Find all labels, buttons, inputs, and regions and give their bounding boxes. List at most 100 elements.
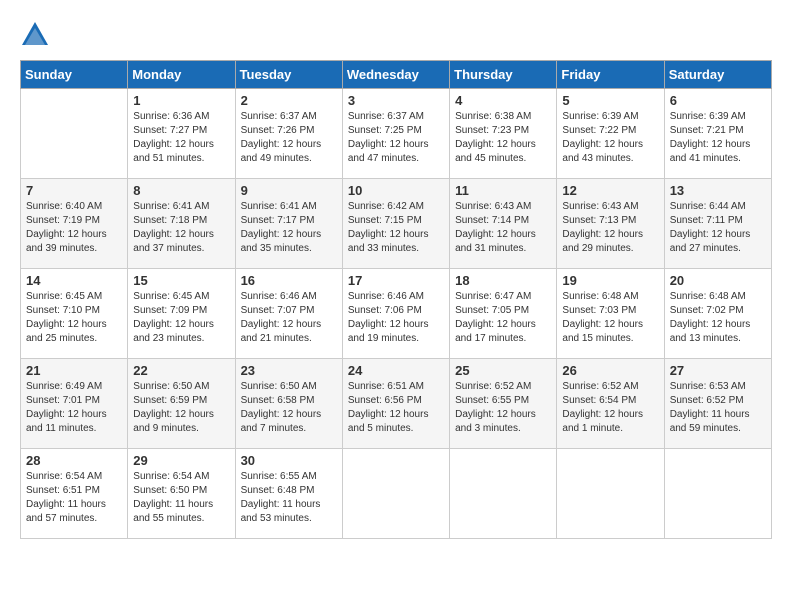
calendar-cell: 20 Sunrise: 6:48 AMSunset: 7:02 PMDayligh… (664, 269, 771, 359)
day-number: 27 (670, 363, 766, 378)
calendar-cell (557, 449, 664, 539)
calendar-cell: 12 Sunrise: 6:43 AMSunset: 7:13 PMDayligh… (557, 179, 664, 269)
day-number: 28 (26, 453, 122, 468)
calendar-cell: 30 Sunrise: 6:55 AMSunset: 6:48 PMDayligh… (235, 449, 342, 539)
day-number: 30 (241, 453, 337, 468)
calendar-cell: 1 Sunrise: 6:36 AMSunset: 7:27 PMDaylight… (128, 89, 235, 179)
calendar-cell: 25Sunrise: 6:52 AMSunset: 6:55 PMDayligh… (450, 359, 557, 449)
day-info: Sunrise: 6:54 AMSunset: 6:50 PMDaylight:… (133, 470, 229, 526)
day-info: Sunrise: 6:49 AMSunset: 7:01 PMDaylight:… (26, 380, 122, 436)
day-number: 6 (670, 93, 766, 108)
calendar-cell: 26Sunrise: 6:52 AMSunset: 6:54 PMDayligh… (557, 359, 664, 449)
day-number: 22 (133, 363, 229, 378)
day-info: Sunrise: 6:55 AMSunset: 6:48 PMDaylight:… (241, 470, 337, 526)
calendar-cell: 6 Sunrise: 6:39 AMSunset: 7:21 PMDaylight… (664, 89, 771, 179)
day-number: 12 (562, 183, 658, 198)
calendar-cell: 24Sunrise: 6:51 AMSunset: 6:56 PMDayligh… (342, 359, 449, 449)
logo (20, 20, 54, 50)
day-number: 14 (26, 273, 122, 288)
day-info: Sunrise: 6:40 AMSunset: 7:19 PMDaylight:… (26, 200, 122, 256)
logo-icon (20, 20, 50, 50)
day-info: Sunrise: 6:52 AMSunset: 6:54 PMDaylight:… (562, 380, 658, 436)
week-row-4: 21 Sunrise: 6:49 AMSunset: 7:01 PMDayligh… (21, 359, 772, 449)
calendar-cell: 2 Sunrise: 6:37 AMSunset: 7:26 PMDaylight… (235, 89, 342, 179)
day-number: 25 (455, 363, 551, 378)
calendar-cell (21, 89, 128, 179)
day-info: Sunrise: 6:50 AMSunset: 6:59 PMDaylight:… (133, 380, 229, 436)
calendar-cell: 17 Sunrise: 6:46 AMSunset: 7:06 PMDayligh… (342, 269, 449, 359)
calendar-cell: 9Sunrise: 6:41 AMSunset: 7:17 PMDaylight… (235, 179, 342, 269)
day-info: Sunrise: 6:43 AMSunset: 7:14 PMDaylight:… (455, 200, 551, 256)
day-info: Sunrise: 6:46 AMSunset: 7:06 PMDaylight:… (348, 290, 444, 346)
day-number: 23 (241, 363, 337, 378)
weekday-header-saturday: Saturday (664, 61, 771, 89)
day-info: Sunrise: 6:39 AMSunset: 7:22 PMDaylight:… (562, 110, 658, 166)
day-info: Sunrise: 6:42 AMSunset: 7:15 PMDaylight:… (348, 200, 444, 256)
weekday-header-monday: Monday (128, 61, 235, 89)
weekday-header-sunday: Sunday (21, 61, 128, 89)
day-info: Sunrise: 6:43 AMSunset: 7:13 PMDaylight:… (562, 200, 658, 256)
day-info: Sunrise: 6:50 AMSunset: 6:58 PMDaylight:… (241, 380, 337, 436)
day-number: 5 (562, 93, 658, 108)
calendar-cell: 27 Sunrise: 6:53 AMSunset: 6:52 PMDayligh… (664, 359, 771, 449)
day-number: 3 (348, 93, 444, 108)
day-info: Sunrise: 6:48 AMSunset: 7:02 PMDaylight:… (670, 290, 766, 346)
day-number: 4 (455, 93, 551, 108)
day-number: 29 (133, 453, 229, 468)
day-number: 19 (562, 273, 658, 288)
calendar-cell: 8 Sunrise: 6:41 AMSunset: 7:18 PMDaylight… (128, 179, 235, 269)
day-number: 13 (670, 183, 766, 198)
day-info: Sunrise: 6:46 AMSunset: 7:07 PMDaylight:… (241, 290, 337, 346)
weekday-header-tuesday: Tuesday (235, 61, 342, 89)
calendar-cell (450, 449, 557, 539)
week-row-1: 1 Sunrise: 6:36 AMSunset: 7:27 PMDaylight… (21, 89, 772, 179)
weekday-header-wednesday: Wednesday (342, 61, 449, 89)
day-number: 7 (26, 183, 122, 198)
weekday-header-thursday: Thursday (450, 61, 557, 89)
day-number: 21 (26, 363, 122, 378)
calendar-table: SundayMondayTuesdayWednesdayThursdayFrid… (20, 60, 772, 539)
calendar-cell: 14Sunrise: 6:45 AMSunset: 7:10 PMDayligh… (21, 269, 128, 359)
day-info: Sunrise: 6:39 AMSunset: 7:21 PMDaylight:… (670, 110, 766, 166)
day-info: Sunrise: 6:54 AMSunset: 6:51 PMDaylight:… (26, 470, 122, 526)
day-number: 9 (241, 183, 337, 198)
calendar-cell: 5 Sunrise: 6:39 AMSunset: 7:22 PMDaylight… (557, 89, 664, 179)
calendar-cell: 21 Sunrise: 6:49 AMSunset: 7:01 PMDayligh… (21, 359, 128, 449)
day-number: 2 (241, 93, 337, 108)
calendar-cell: 13 Sunrise: 6:44 AMSunset: 7:11 PMDayligh… (664, 179, 771, 269)
day-number: 24 (348, 363, 444, 378)
page-header (20, 20, 772, 50)
day-number: 8 (133, 183, 229, 198)
day-info: Sunrise: 6:45 AMSunset: 7:09 PMDaylight:… (133, 290, 229, 346)
weekday-header-friday: Friday (557, 61, 664, 89)
day-number: 10 (348, 183, 444, 198)
day-number: 20 (670, 273, 766, 288)
calendar-cell: 29 Sunrise: 6:54 AMSunset: 6:50 PMDayligh… (128, 449, 235, 539)
calendar-cell: 4 Sunrise: 6:38 AMSunset: 7:23 PMDaylight… (450, 89, 557, 179)
day-info: Sunrise: 6:47 AMSunset: 7:05 PMDaylight:… (455, 290, 551, 346)
calendar-cell: 3 Sunrise: 6:37 AMSunset: 7:25 PMDaylight… (342, 89, 449, 179)
day-info: Sunrise: 6:37 AMSunset: 7:25 PMDaylight:… (348, 110, 444, 166)
day-info: Sunrise: 6:41 AMSunset: 7:18 PMDaylight:… (133, 200, 229, 256)
day-number: 1 (133, 93, 229, 108)
weekday-header-row: SundayMondayTuesdayWednesdayThursdayFrid… (21, 61, 772, 89)
week-row-2: 7 Sunrise: 6:40 AMSunset: 7:19 PMDaylight… (21, 179, 772, 269)
week-row-5: 28 Sunrise: 6:54 AMSunset: 6:51 PMDayligh… (21, 449, 772, 539)
calendar-cell: 18Sunrise: 6:47 AMSunset: 7:05 PMDayligh… (450, 269, 557, 359)
week-row-3: 14Sunrise: 6:45 AMSunset: 7:10 PMDayligh… (21, 269, 772, 359)
calendar-cell: 22 Sunrise: 6:50 AMSunset: 6:59 PMDayligh… (128, 359, 235, 449)
day-info: Sunrise: 6:38 AMSunset: 7:23 PMDaylight:… (455, 110, 551, 166)
day-info: Sunrise: 6:36 AMSunset: 7:27 PMDaylight:… (133, 110, 229, 166)
day-info: Sunrise: 6:53 AMSunset: 6:52 PMDaylight:… (670, 380, 766, 436)
day-info: Sunrise: 6:37 AMSunset: 7:26 PMDaylight:… (241, 110, 337, 166)
day-number: 11 (455, 183, 551, 198)
calendar-cell: 11 Sunrise: 6:43 AMSunset: 7:14 PMDayligh… (450, 179, 557, 269)
calendar-cell (342, 449, 449, 539)
calendar-cell: 15Sunrise: 6:45 AMSunset: 7:09 PMDayligh… (128, 269, 235, 359)
calendar-cell: 16Sunrise: 6:46 AMSunset: 7:07 PMDayligh… (235, 269, 342, 359)
calendar-cell: 23 Sunrise: 6:50 AMSunset: 6:58 PMDayligh… (235, 359, 342, 449)
day-info: Sunrise: 6:44 AMSunset: 7:11 PMDaylight:… (670, 200, 766, 256)
day-number: 17 (348, 273, 444, 288)
calendar-cell (664, 449, 771, 539)
calendar-cell: 7 Sunrise: 6:40 AMSunset: 7:19 PMDaylight… (21, 179, 128, 269)
